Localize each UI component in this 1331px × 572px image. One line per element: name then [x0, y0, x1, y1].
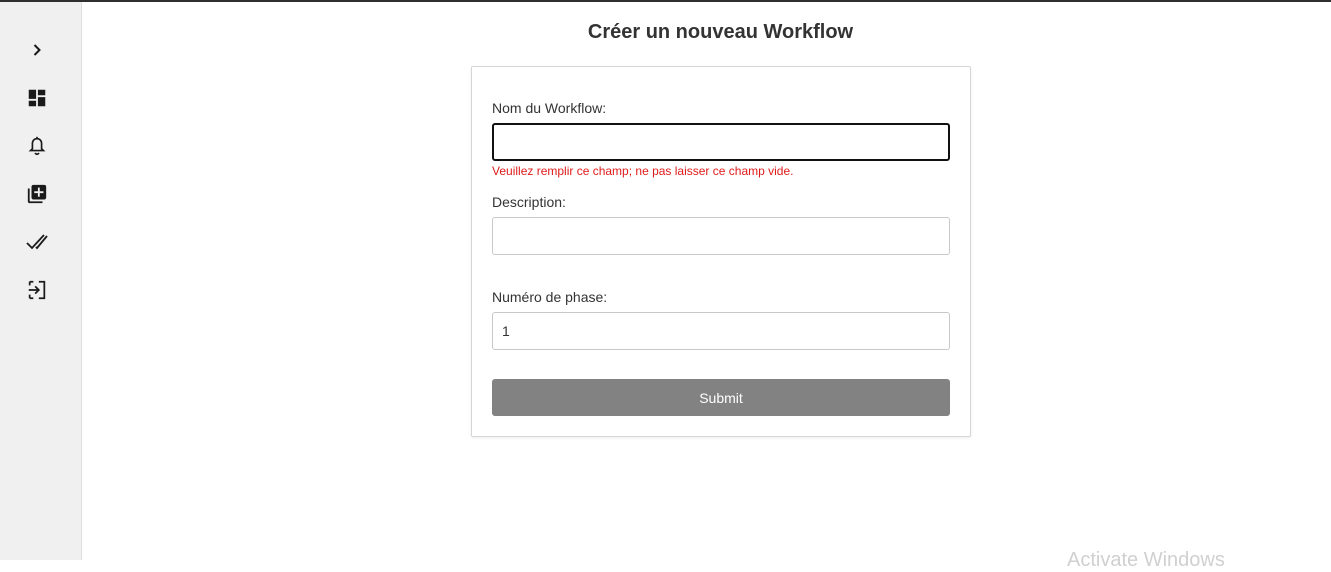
bell-icon [28, 136, 46, 156]
submit-button[interactable]: Submit [492, 379, 950, 416]
page-title: Créer un nouveau Workflow [587, 21, 854, 43]
sidebar [0, 2, 82, 560]
dashboard-icon [28, 89, 46, 107]
sidebar-item-notifications[interactable] [22, 131, 52, 161]
sidebar-item-dashboard[interactable] [22, 83, 52, 113]
workflow-form: Nom du Workflow: Veuillez remplir ce cha… [471, 66, 971, 437]
top-border [0, 0, 1331, 2]
description-input[interactable] [492, 217, 950, 255]
phase-number-label: Numéro de phase: [492, 289, 608, 305]
sidebar-expand-button[interactable] [22, 35, 52, 65]
logout-icon [28, 280, 46, 300]
workflow-name-label: Nom du Workflow: [492, 100, 607, 116]
phase-number-input[interactable] [492, 312, 950, 350]
library-add-icon [27, 184, 47, 204]
sidebar-item-tasks[interactable] [22, 227, 52, 257]
sidebar-item-add-workflow[interactable] [22, 179, 52, 209]
description-label: Description: [492, 194, 566, 210]
activate-windows-watermark: Activate Windows [1067, 549, 1225, 571]
workflow-name-error: Veuillez remplir ce champ; ne pas laisse… [492, 164, 794, 178]
chevron-right-icon [33, 44, 41, 56]
sidebar-item-logout[interactable] [22, 275, 52, 305]
done-all-icon [26, 234, 48, 250]
workflow-name-input[interactable] [492, 123, 950, 161]
